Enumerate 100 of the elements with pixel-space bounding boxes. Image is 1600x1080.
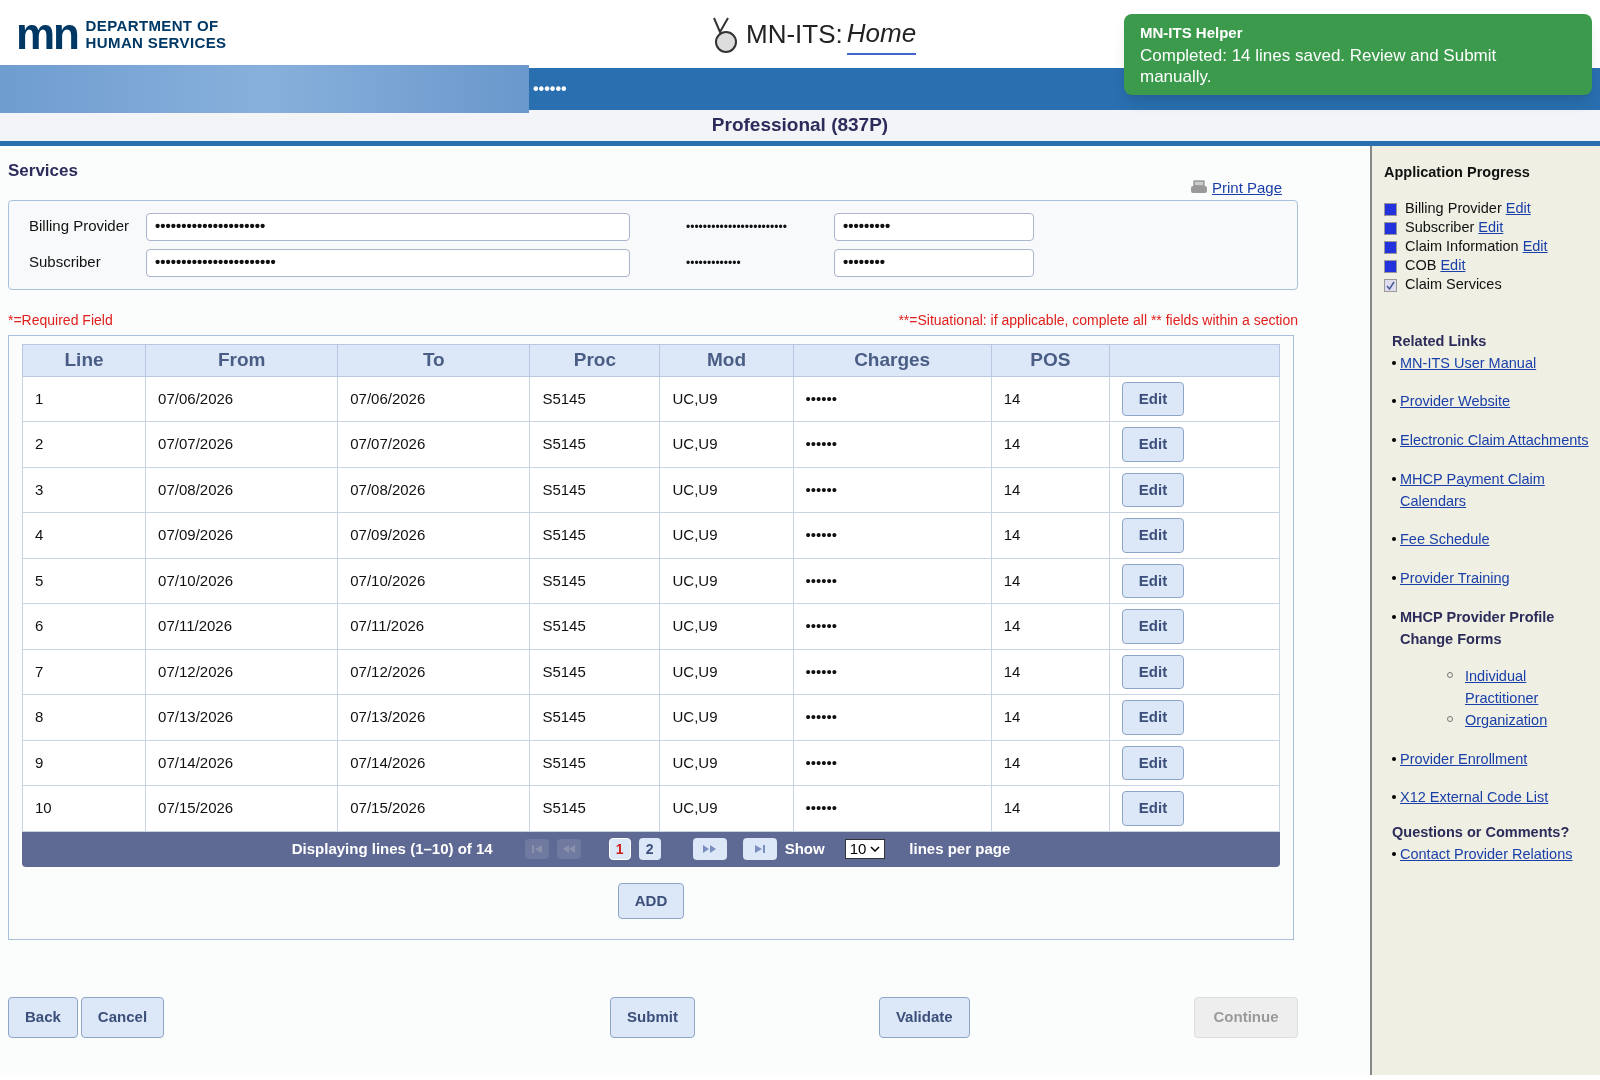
summary-field: ••••••••: [834, 248, 1034, 277]
table-cell: 14: [991, 649, 1110, 695]
related-link[interactable]: MN-ITS User Manual: [1400, 352, 1600, 375]
related-link[interactable]: Fee Schedule: [1400, 529, 1600, 551]
column-header: Proc: [529, 344, 660, 376]
action-button[interactable]: Validate: [878, 997, 970, 1038]
page-number-button[interactable]: 2: [638, 838, 661, 860]
summary-label: Billing Provider: [29, 216, 131, 237]
add-button[interactable]: ADD: [617, 882, 685, 919]
bullet-icon: [1392, 476, 1396, 481]
summary-label: Subscriber: [29, 252, 102, 273]
edit-button[interactable]: Edit: [1121, 791, 1185, 826]
related-link[interactable]: Organization: [1465, 709, 1555, 732]
table-cell: 07/15/2026: [337, 785, 530, 831]
last-page-icon: [753, 845, 766, 853]
related-link[interactable]: Electronic Claim Attachments: [1400, 430, 1600, 452]
table-cell: S5145: [529, 376, 660, 422]
table-cell: ••••••: [793, 740, 992, 786]
edit-link[interactable]: Edit: [1505, 198, 1531, 221]
edit-button[interactable]: Edit: [1121, 518, 1185, 553]
table-cell: ••••••: [793, 421, 992, 467]
table-cell: 07/15/2026: [145, 785, 338, 831]
table-cell: S5145: [529, 558, 660, 604]
show-label: Show: [784, 838, 825, 859]
edit-button[interactable]: Edit: [1121, 563, 1185, 598]
table-cell: 14: [991, 376, 1110, 422]
sidebar-heading: Application Progress: [1384, 163, 1531, 182]
table-cell: 1: [22, 376, 146, 422]
related-link[interactable]: Provider Website: [1400, 391, 1600, 413]
table-cell: 07/11/2026: [337, 603, 530, 649]
table-cell: 2: [22, 421, 146, 467]
table-cell: 07/06/2026: [337, 376, 530, 422]
next-page-icon: [702, 845, 717, 853]
table-cell: UC,U9: [659, 649, 794, 695]
edit-button[interactable]: Edit: [1121, 609, 1185, 644]
related-link[interactable]: X12 External Code List: [1400, 787, 1600, 809]
edit-link[interactable]: Edit: [1522, 236, 1548, 259]
table-cell: 8: [22, 694, 146, 740]
last-page-button[interactable]: [742, 838, 777, 860]
edit-button[interactable]: Edit: [1121, 745, 1185, 780]
table-cell: UC,U9: [659, 467, 794, 513]
logo-text: DEPARTMENT OF: [85, 17, 220, 34]
table-cell: 07/09/2026: [337, 512, 530, 558]
per-page-label: lines per page: [909, 838, 1011, 859]
table-cell: 14: [991, 603, 1110, 649]
table-cell: 07/06/2026: [145, 376, 338, 422]
per-page-select[interactable]: 10: [844, 839, 886, 859]
column-header: Line: [22, 344, 146, 376]
table-cell: 10: [22, 785, 146, 831]
table-cell: 07/13/2026: [337, 694, 530, 740]
related-link[interactable]: Provider Training: [1400, 568, 1600, 590]
table-cell: S5145: [529, 785, 660, 831]
related-link[interactable]: Provider Enrollment: [1400, 748, 1600, 771]
action-button[interactable]: Submit: [610, 997, 695, 1038]
next-page-button[interactable]: [692, 838, 727, 860]
table-cell: 07/12/2026: [145, 649, 338, 695]
summary-label: •••••••••••••: [686, 254, 742, 272]
edit-button[interactable]: Edit: [1121, 472, 1185, 507]
table-cell: 07/10/2026: [337, 558, 530, 604]
table-cell: 07/10/2026: [145, 558, 338, 604]
table-cell: 14: [991, 467, 1110, 513]
related-link[interactable]: MHCP Payment Claim Calendars: [1400, 468, 1600, 513]
table-cell: 07/07/2026: [337, 421, 530, 467]
table-cell: ••••••: [793, 512, 992, 558]
edit-button[interactable]: Edit: [1121, 700, 1185, 735]
page-number-button[interactable]: 1: [608, 838, 631, 860]
table-cell: UC,U9: [659, 603, 794, 649]
table-cell: 5: [22, 558, 146, 604]
sidebar-heading: Questions or Comments?: [1392, 823, 1571, 842]
table-cell: 07/14/2026: [145, 740, 338, 786]
toast-message: Completed: 14 lines saved. Review and Submit manually.: [1140, 44, 1498, 87]
edit-button[interactable]: Edit: [1121, 381, 1185, 416]
table-cell: UC,U9: [659, 785, 794, 831]
table-cell: 7: [22, 649, 146, 695]
logo-text: HUMAN SERVICES: [85, 34, 227, 51]
edit-button[interactable]: Edit: [1121, 427, 1185, 462]
table-cell: 14: [991, 421, 1110, 467]
table-cell: S5145: [529, 694, 660, 740]
table-cell: 6: [22, 603, 146, 649]
table-cell: 07/07/2026: [145, 421, 338, 467]
related-link[interactable]: Individual Practitioner: [1465, 666, 1555, 710]
table-cell: 9: [22, 740, 146, 786]
situational-note: **=Situational: if applicable, complete all ** fields within a section: [898, 310, 1298, 330]
related-link[interactable]: Contact Provider Relations: [1400, 843, 1573, 866]
table-cell: UC,U9: [659, 740, 794, 786]
table-cell: 07/11/2026: [145, 603, 338, 649]
bullet-icon: [1392, 360, 1396, 365]
table-cell: 14: [991, 740, 1110, 786]
table-cell: UC,U9: [659, 421, 794, 467]
column-header: To: [337, 344, 530, 376]
print-page-link[interactable]: Print Page: [1189, 177, 1282, 200]
table-cell: UC,U9: [659, 512, 794, 558]
bullet-icon: [1392, 399, 1396, 404]
table-cell: ••••••: [793, 376, 992, 422]
action-button[interactable]: Cancel: [80, 997, 165, 1038]
edit-button[interactable]: Edit: [1121, 654, 1185, 689]
action-button[interactable]: Back: [8, 997, 78, 1038]
table-cell: UC,U9: [659, 376, 794, 422]
first-page-icon: [530, 845, 543, 853]
column-header: Mod: [659, 344, 794, 376]
